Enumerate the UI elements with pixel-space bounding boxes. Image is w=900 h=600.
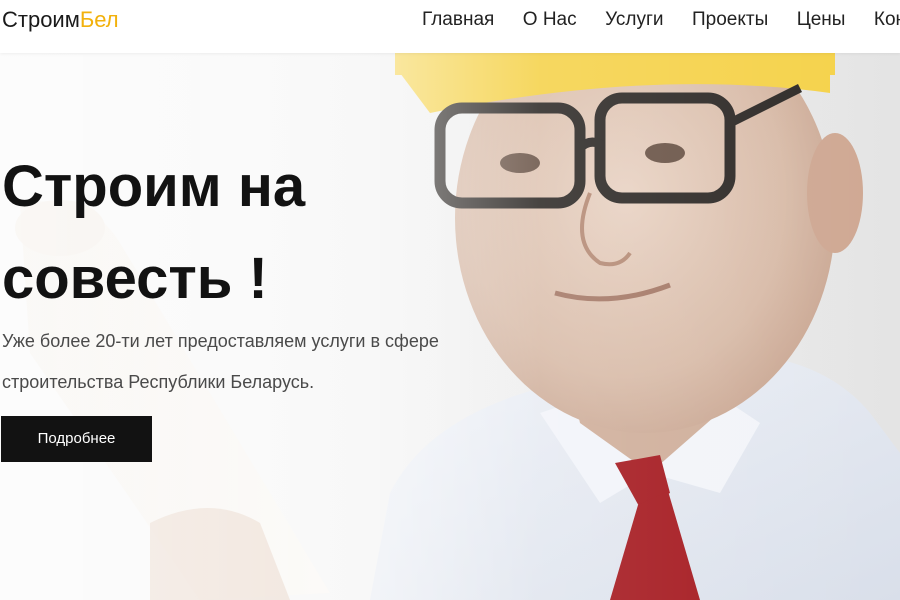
nav-item-prices[interactable]: Цены [797, 8, 846, 32]
main-nav: Главная О Нас Услуги Проекты Цены Контак… [422, 8, 900, 32]
nav-item-services[interactable]: Услуги [605, 8, 663, 32]
logo-text-main: Строим [2, 7, 80, 32]
hero-subtitle: Уже более 20-ти лет предоставляем услуги… [2, 321, 472, 403]
logo-text-accent: Бел [79, 7, 119, 32]
hero-section: Строим на совесть ! Уже более 20-ти лет … [0, 53, 900, 600]
hero-subtitle-line-1: Уже более 20-ти лет предоставляем услуги… [2, 331, 439, 351]
more-button[interactable]: Подробнее [1, 416, 152, 462]
hero-subtitle-line-2: строительства Республики Беларусь. [2, 372, 315, 392]
nav-item-projects[interactable]: Проекты [692, 8, 768, 32]
hero-headline: Строим на совесть ! [2, 141, 442, 325]
nav-item-about[interactable]: О Нас [523, 8, 577, 32]
hero-headline-line-1: Строим на [2, 154, 306, 219]
nav-item-contacts[interactable]: Контакты [874, 8, 900, 32]
logo[interactable]: СтроимБел [2, 7, 119, 33]
nav-item-home[interactable]: Главная [422, 8, 494, 32]
hero-headline-line-2: совесть ! [2, 246, 268, 311]
site-header: СтроимБел Главная О Нас Услуги Проекты Ц… [0, 0, 900, 53]
